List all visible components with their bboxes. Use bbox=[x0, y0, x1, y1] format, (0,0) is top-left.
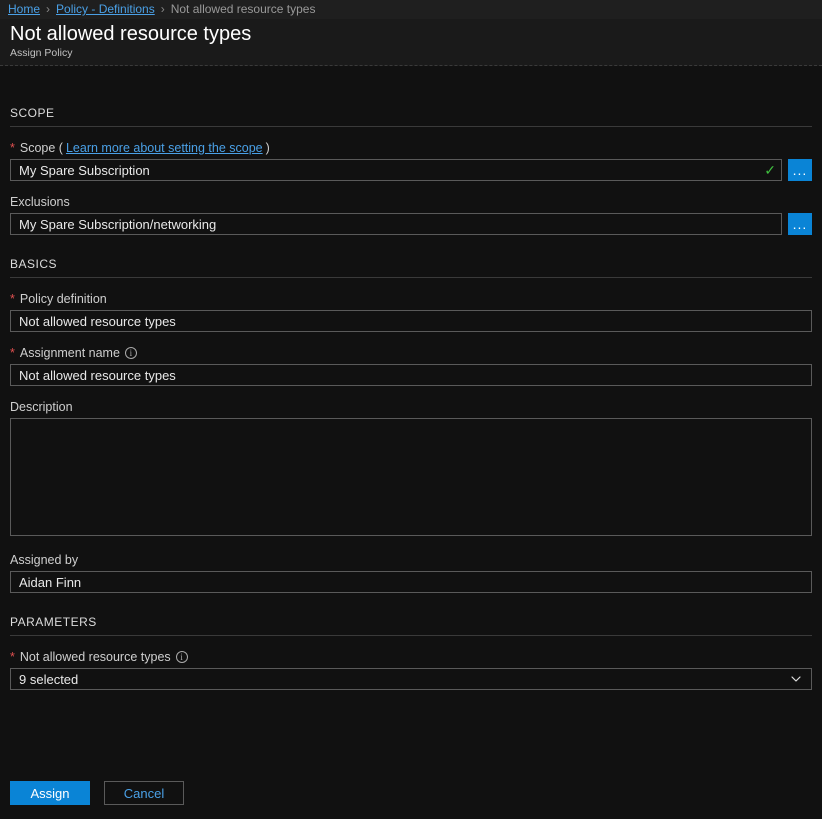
action-bar: Assign Cancel bbox=[10, 781, 184, 805]
scope-label: * Scope (Learn more about setting the sc… bbox=[10, 141, 812, 155]
page-header: Not allowed resource types Assign Policy bbox=[0, 19, 822, 66]
scope-learn-more-link[interactable]: Learn more about setting the scope bbox=[66, 141, 263, 155]
scope-label-prefix: Scope ( bbox=[20, 141, 63, 155]
breadcrumb: Home › Policy - Definitions › Not allowe… bbox=[0, 0, 822, 19]
assign-button[interactable]: Assign bbox=[10, 781, 90, 805]
section-scope: SCOPE bbox=[10, 106, 812, 127]
exclusions-picker-button[interactable]: ... bbox=[788, 213, 812, 235]
info-icon[interactable]: i bbox=[125, 347, 137, 359]
chevron-down-icon bbox=[789, 672, 803, 686]
required-marker: * bbox=[10, 292, 15, 306]
exclusions-input[interactable] bbox=[10, 213, 782, 235]
exclusions-label: Exclusions bbox=[10, 195, 812, 209]
page-subtitle: Assign Policy bbox=[10, 47, 812, 59]
breadcrumb-policy[interactable]: Policy - Definitions bbox=[56, 2, 155, 16]
assigned-by-input[interactable] bbox=[10, 571, 812, 593]
scope-input[interactable] bbox=[10, 159, 782, 181]
required-marker: * bbox=[10, 650, 15, 664]
description-label: Description bbox=[10, 400, 812, 414]
assignment-name-input[interactable] bbox=[10, 364, 812, 386]
not-allowed-types-label: * Not allowed resource types i bbox=[10, 650, 812, 664]
required-marker: * bbox=[10, 141, 15, 155]
page-title: Not allowed resource types bbox=[10, 21, 812, 47]
section-parameters: PARAMETERS bbox=[10, 615, 812, 636]
required-marker: * bbox=[10, 346, 15, 360]
chevron-right-icon: › bbox=[161, 2, 165, 16]
not-allowed-types-dropdown[interactable]: 9 selected bbox=[10, 668, 812, 690]
scope-picker-button[interactable]: ... bbox=[788, 159, 812, 181]
chevron-right-icon: › bbox=[46, 2, 50, 16]
policy-definition-input[interactable] bbox=[10, 310, 812, 332]
scope-label-suffix: ) bbox=[266, 141, 270, 155]
assigned-by-label: Assigned by bbox=[10, 553, 812, 567]
dropdown-value: 9 selected bbox=[19, 672, 78, 687]
policy-definition-label: * Policy definition bbox=[10, 292, 812, 306]
breadcrumb-home[interactable]: Home bbox=[8, 2, 40, 16]
cancel-button[interactable]: Cancel bbox=[104, 781, 184, 805]
section-basics: BASICS bbox=[10, 257, 812, 278]
info-icon[interactable]: i bbox=[176, 651, 188, 663]
breadcrumb-current: Not allowed resource types bbox=[171, 2, 316, 16]
content-area: SCOPE * Scope (Learn more about setting … bbox=[0, 66, 822, 700]
assignment-name-label: * Assignment name i bbox=[10, 346, 812, 360]
description-textarea[interactable] bbox=[10, 418, 812, 536]
